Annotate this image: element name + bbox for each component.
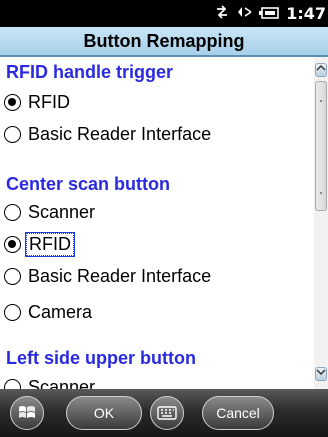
title-bar: Button Remapping — [0, 27, 328, 57]
radio-label: Camera — [28, 301, 93, 322]
ok-button[interactable]: OK — [66, 396, 142, 430]
radio-option-left-upper-scanner[interactable]: Scanner — [4, 374, 97, 389]
radio-option-rfid-handle-rfid[interactable]: RFID — [4, 89, 72, 115]
scroll-thumb[interactable] — [315, 81, 327, 211]
scroll-down-button[interactable] — [315, 367, 327, 381]
section-heading-rfid-handle-trigger: RFID handle trigger — [6, 62, 174, 82]
softkey-bar: OK Cancel — [0, 389, 328, 437]
keyboard-button[interactable] — [150, 396, 184, 430]
radio-label: Basic Reader Interface — [28, 123, 212, 144]
radio-button[interactable] — [4, 378, 21, 389]
radio-label: Basic Reader Interface — [28, 265, 212, 286]
radio-option-center-scan-rfid[interactable]: RFID — [4, 231, 75, 257]
speaker-icon — [236, 4, 252, 23]
chevron-down-icon — [316, 369, 326, 376]
vertical-scrollbar[interactable] — [314, 57, 328, 389]
clock: 1:47 — [286, 4, 326, 23]
radio-option-rfid-handle-basic-reader[interactable]: Basic Reader Interface — [4, 121, 213, 147]
radio-label: RFID — [28, 91, 70, 112]
radio-button[interactable] — [4, 235, 21, 253]
radio-label: Scanner — [28, 201, 96, 222]
battery-icon — [259, 4, 280, 23]
radio-option-center-scan-camera[interactable]: Camera — [4, 299, 94, 325]
radio-option-center-scan-scanner[interactable]: Scanner — [4, 199, 97, 225]
network-sync-icon — [215, 4, 229, 23]
radio-button[interactable] — [4, 267, 21, 285]
radio-option-center-scan-basic-reader[interactable]: Basic Reader Interface — [4, 263, 213, 289]
start-button[interactable] — [10, 396, 44, 430]
page-title: Button Remapping — [83, 31, 245, 51]
cancel-button[interactable]: Cancel — [202, 396, 274, 430]
radio-button[interactable] — [4, 93, 21, 111]
radio-button[interactable] — [4, 125, 21, 143]
section-heading-center-scan-button: Center scan button — [6, 174, 171, 194]
radio-button[interactable] — [4, 203, 21, 221]
status-bar: 1:47 — [0, 0, 328, 27]
scroll-up-button[interactable] — [315, 63, 327, 77]
radio-label: Scanner — [28, 376, 96, 390]
radio-button[interactable] — [4, 303, 21, 321]
settings-list: RFID handle trigger RFID Basic Reader In… — [0, 57, 314, 389]
radio-label: RFID — [25, 231, 75, 257]
windows-flag-icon — [19, 406, 35, 418]
section-heading-left-side-upper-button: Left side upper button — [6, 348, 196, 368]
keyboard-icon — [157, 406, 177, 420]
chevron-up-icon — [316, 64, 326, 71]
